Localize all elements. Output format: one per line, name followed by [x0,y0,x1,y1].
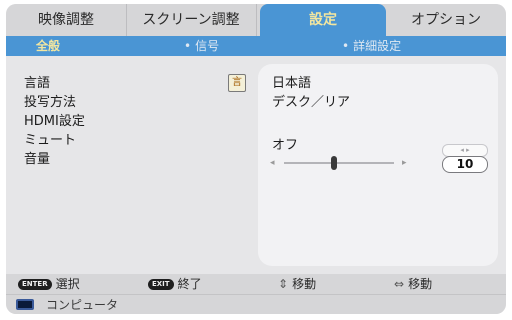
hint-select: ENTER 選択 [18,274,80,294]
left-right-arrow-icon: ⇔ [394,277,405,291]
arrow-right-icon[interactable]: ▸ [402,156,407,170]
volume-value[interactable]: 10 [442,156,488,173]
hint-move-vertical-label: 移動 [292,277,317,291]
exit-key-icon: EXIT [148,279,174,290]
tab-screen[interactable]: スクリーン調整 [126,4,257,36]
bullet-icon: • [342,39,350,53]
settings-labels: 言語 投写方法 HDMI設定 ミュート 音量 [24,74,244,169]
projection-value[interactable]: デスク／リア [272,93,350,112]
values-panel: 日本語 デスク／リア オフ ◂ ▸ ◂ ▸ 10 [258,64,498,266]
setting-mute[interactable]: ミュート [24,131,244,150]
subtab-general[interactable]: 全般 [36,36,60,56]
volume-slider[interactable]: ◂ ▸ [264,156,414,170]
monitor-icon [16,299,34,310]
setting-language[interactable]: 言語 [24,74,244,93]
tab-setup[interactable]: 設定 [260,4,386,36]
subtab-general-label: 全般 [36,39,61,53]
hint-move-horizontal-label: 移動 [408,277,433,291]
navigation-hints: ENTER 選択 EXIT 終了 ⇕ 移動 ⇔ 移動 [6,274,506,294]
setting-projection[interactable]: 投写方法 [24,93,244,112]
status-bar: コンピュータ [6,294,506,314]
hint-select-label: 選択 [55,277,80,291]
mute-value[interactable]: オフ [272,136,298,155]
projector-osd-menu: 映像調整 スクリーン調整 設定 オプション 全般 • 信号 • 詳細設定 言語 投写… [6,4,506,314]
bullet-icon: • [184,39,192,53]
hint-exit: EXIT 終了 [148,274,202,294]
input-source: コンピュータ [46,298,119,312]
volume-slider-thumb[interactable] [330,156,337,170]
language-value[interactable]: 日本語 [272,74,311,93]
sub-tab-bar: 全般 • 信号 • 詳細設定 [6,36,506,56]
subtab-advanced[interactable]: • 詳細設定 [342,36,401,56]
hint-exit-label: 終了 [177,277,202,291]
subtab-advanced-label: 詳細設定 [353,39,402,53]
up-down-arrow-icon: ⇕ [278,277,289,291]
tab-picture[interactable]: 映像調整 [6,4,127,36]
tab-options[interactable]: オプション [386,4,506,36]
setting-hdmi[interactable]: HDMI設定 [24,112,244,131]
subtab-signal[interactable]: • 信号 [184,36,219,56]
volume-slider-track [284,162,394,164]
setting-volume[interactable]: 音量 [24,150,244,169]
hint-move-horizontal: ⇔ 移動 [394,274,432,294]
hint-move-vertical: ⇕ 移動 [278,274,316,294]
arrow-left-icon[interactable]: ◂ [270,156,275,170]
language-icon: 言 [228,74,246,92]
enter-key-icon: ENTER [18,279,52,290]
subtab-signal-label: 信号 [195,39,220,53]
main-tab-bar: 映像調整 スクリーン調整 設定 オプション [6,4,506,36]
